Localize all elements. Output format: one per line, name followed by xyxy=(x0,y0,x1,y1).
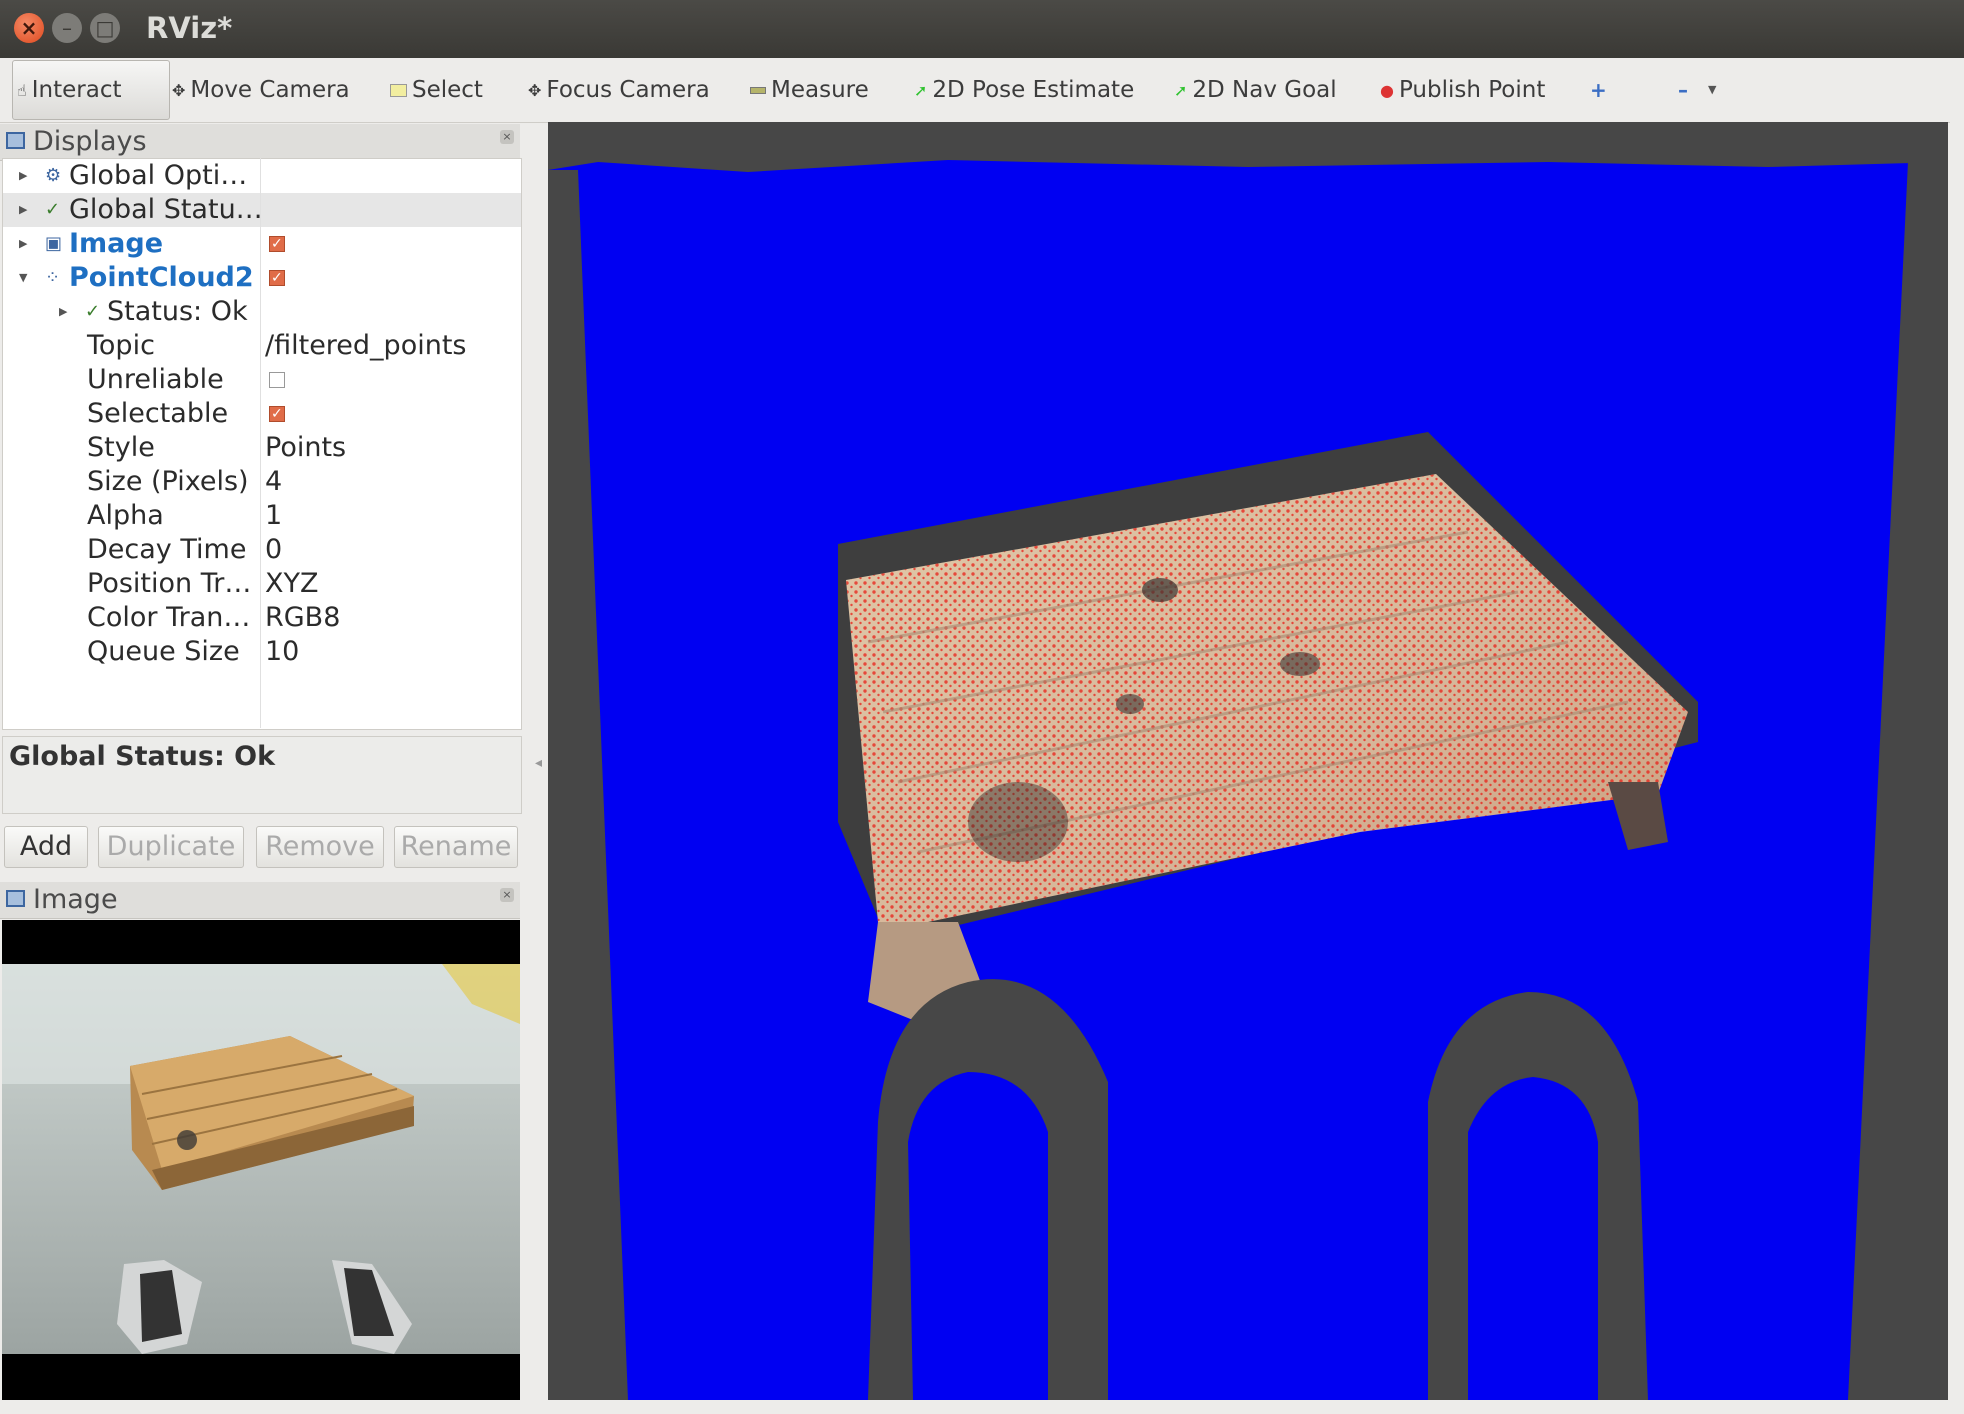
status-description: Global Status: Ok xyxy=(2,736,522,814)
selectable-checkbox[interactable] xyxy=(269,397,285,431)
tool-focus-camera[interactable]: ✥ Focus Camera xyxy=(528,70,710,110)
close-icon[interactable]: × xyxy=(500,888,514,902)
pose-arrow-icon: ➚ xyxy=(914,80,928,100)
tool-measure[interactable]: Measure xyxy=(750,70,869,110)
close-icon[interactable]: × xyxy=(14,13,44,43)
duplicate-button[interactable]: Duplicate xyxy=(98,826,244,868)
close-icon[interactable]: × xyxy=(500,130,514,144)
tool-publish-point[interactable]: ● Publish Point xyxy=(1380,70,1545,110)
pointcloud2-enabled-checkbox[interactable] xyxy=(269,261,285,295)
measure-icon xyxy=(750,87,766,94)
property-topic[interactable]: Topic /filtered_points xyxy=(3,329,521,363)
image-icon: ▣ xyxy=(45,233,63,254)
pin-icon: ● xyxy=(1380,80,1394,100)
plus-icon[interactable]: + xyxy=(1590,70,1607,110)
tool-2d-pose-estimate[interactable]: ➚ 2D Pose Estimate xyxy=(914,70,1134,110)
toolbar: ☝ Interact ✥ Move Camera Select ✥ Focus Cam… xyxy=(0,58,1964,123)
monitor-icon xyxy=(6,132,25,149)
collapse-arrow-icon[interactable]: ▼ xyxy=(19,261,27,295)
image-panel-title: Image xyxy=(33,884,118,915)
column-divider[interactable] xyxy=(260,158,261,728)
tree-item-global-status[interactable]: ▶ ✓ Global Statu… xyxy=(3,193,521,227)
point-cloud-render xyxy=(548,160,1948,1400)
goal-arrow-icon: ➚ xyxy=(1174,80,1188,100)
image-panel-header: Image × xyxy=(0,882,520,919)
property-size-pixels[interactable]: Size (Pixels) 4 xyxy=(3,465,521,499)
focus-camera-icon: ✥ xyxy=(528,80,542,100)
expand-arrow-icon[interactable]: ▶ xyxy=(19,159,27,193)
tree-item-global-options[interactable]: ▶ ⚙ Global Opti… xyxy=(3,159,521,193)
property-position-transformer[interactable]: Position Tr… XYZ xyxy=(3,567,521,601)
expand-arrow-icon[interactable]: ▶ xyxy=(19,193,27,227)
property-selectable[interactable]: Selectable xyxy=(3,397,521,431)
select-icon xyxy=(390,84,407,97)
expand-arrow-icon[interactable]: ▶ xyxy=(19,227,27,261)
property-decay-time[interactable]: Decay Time 0 xyxy=(3,533,521,567)
unreliable-checkbox[interactable] xyxy=(269,372,285,388)
tree-item-pointcloud2[interactable]: ▼ ⁘ PointCloud2 xyxy=(3,261,521,295)
camera-image-view[interactable] xyxy=(2,920,520,1400)
property-queue-size[interactable]: Queue Size 10 xyxy=(3,635,521,669)
global-status-text: Global Status: Ok xyxy=(9,741,276,772)
tool-select[interactable]: Select xyxy=(390,70,483,110)
rename-button[interactable]: Rename xyxy=(394,826,518,868)
check-icon: ✓ xyxy=(45,199,61,220)
displays-panel-header: Displays × xyxy=(0,124,520,161)
move-camera-icon: ✥ xyxy=(172,80,186,100)
maximize-icon[interactable]: □ xyxy=(90,13,120,43)
tool-move-camera[interactable]: ✥ Move Camera xyxy=(172,70,350,110)
property-alpha[interactable]: Alpha 1 xyxy=(3,499,521,533)
image-icon xyxy=(6,890,25,907)
minimize-icon[interactable]: – xyxy=(52,13,82,43)
gear-icon: ⚙ xyxy=(45,165,62,186)
pointcloud-icon: ⁘ xyxy=(45,267,61,288)
image-enabled-checkbox[interactable] xyxy=(269,227,285,261)
displays-tree: ▶ ⚙ Global Opti… ▶ ✓ Global Statu… ▶ ▣ I… xyxy=(2,158,522,730)
add-button[interactable]: Add xyxy=(4,826,88,868)
window-titlebar: × – □ RViz* xyxy=(0,0,1964,58)
property-unreliable[interactable]: Unreliable xyxy=(3,363,521,397)
window-title: RViz* xyxy=(146,11,233,45)
tool-interact[interactable]: ☝ Interact xyxy=(12,60,170,120)
tree-item-status-ok[interactable]: ▶ ✓ Status: Ok xyxy=(3,295,521,329)
remove-button[interactable]: Remove xyxy=(256,826,384,868)
expand-arrow-icon[interactable]: ▶ xyxy=(59,295,67,329)
panel-splitter[interactable]: ◂ xyxy=(535,755,542,771)
camera-image xyxy=(2,964,520,1354)
property-style[interactable]: Style Points xyxy=(3,431,521,465)
tree-item-image[interactable]: ▶ ▣ Image xyxy=(3,227,521,261)
tool-2d-nav-goal[interactable]: ➚ 2D Nav Goal xyxy=(1174,70,1337,110)
right-edge-panel xyxy=(1950,122,1964,1400)
displays-title: Displays xyxy=(33,126,147,157)
check-icon: ✓ xyxy=(85,301,101,322)
3d-viewport[interactable] xyxy=(548,122,1948,1400)
minus-icon[interactable]: – xyxy=(1678,70,1688,110)
dropdown-icon[interactable]: ▼ xyxy=(1708,70,1716,110)
hand-icon: ☝ xyxy=(17,80,27,100)
property-color-transformer[interactable]: Color Tran… RGB8 xyxy=(3,601,521,635)
